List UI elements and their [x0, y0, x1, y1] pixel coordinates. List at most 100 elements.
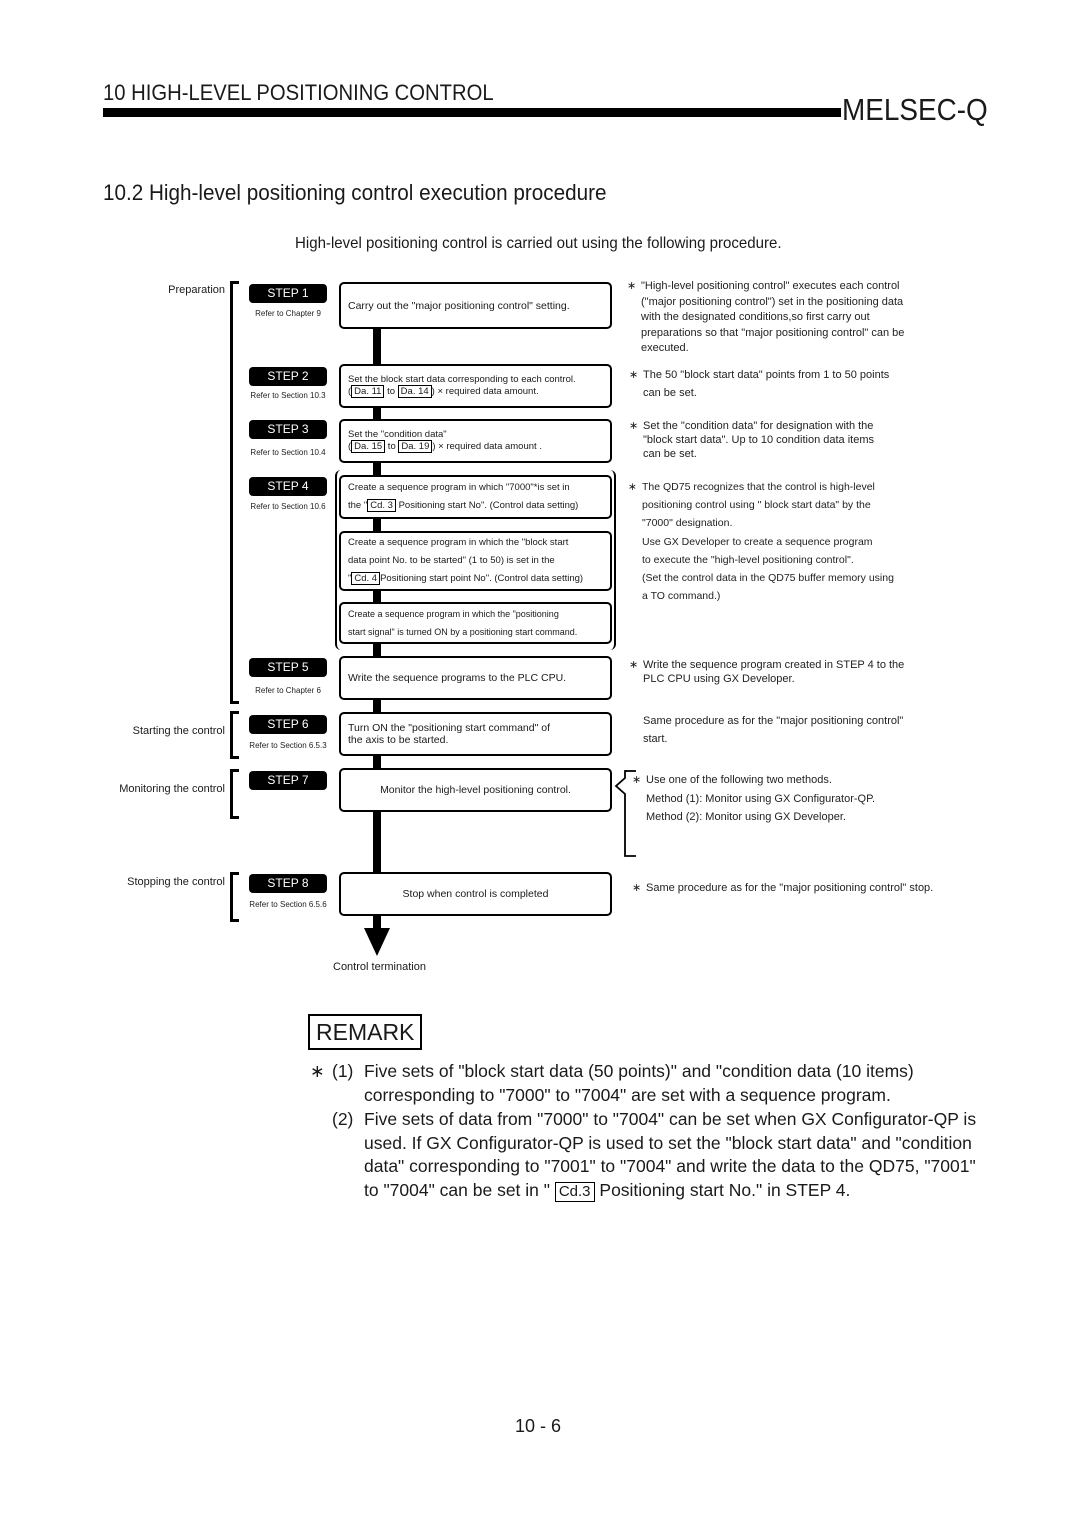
step-1-text: Carry out the "major positioning control…	[348, 299, 570, 312]
note-step3: ∗ Set the "condition data" for designati…	[629, 419, 963, 461]
step-5-badge: STEP 5	[249, 658, 327, 677]
note-step2: ∗ The 50 "block start data" points from …	[629, 366, 963, 402]
step-4-badge: STEP 4	[249, 477, 327, 496]
page-number: 10 - 6	[515, 1416, 562, 1436]
step-1-badge: STEP 1	[249, 284, 327, 303]
termination-label: Control termination	[333, 961, 426, 973]
note-line: with the designated conditions,so first …	[641, 311, 870, 323]
cd3-tag: Cd. 3	[367, 499, 396, 512]
step-6-line2: the axis to be started.	[348, 734, 449, 746]
remark-item-number: (2)	[332, 1109, 354, 1129]
remark-item: ∗ (1) Five sets of "block start data (50…	[310, 1060, 990, 1107]
step-4b-tail: Positioning start point No". (Control da…	[380, 573, 584, 584]
asterisk-icon: ∗	[629, 659, 639, 671]
cd3-tag: Cd.3	[554, 1181, 595, 1202]
step-2-badge: STEP 2	[249, 367, 327, 386]
phase-label-preparation: Preparation	[168, 284, 225, 296]
note-line: "block start data". Up to 10 condition d…	[643, 434, 874, 446]
note-line: Method (1): Monitor using GX Configurato…	[646, 792, 876, 805]
step-5-ref: Refer to Chapter 6	[255, 686, 321, 695]
chapter-rule	[103, 108, 841, 117]
step-1-ref: Refer to Chapter 9	[255, 309, 321, 318]
note-line: preparations so that "major positioning …	[641, 326, 905, 339]
note-line: ("major positioning control") set in the…	[641, 295, 904, 308]
asterisk-icon: ∗	[632, 882, 642, 894]
termination-arrow-icon	[364, 928, 390, 956]
asterisk-icon: ∗	[628, 481, 637, 493]
step-4b-line3: " Cd. 4 Positioning start point No". (Cont…	[348, 570, 603, 588]
step-6-badge: STEP 6	[249, 715, 327, 734]
step-4a-tail: Positioning start No". (Control data set…	[395, 500, 579, 511]
remark-item: (2) Five sets of data from "7000" to "70…	[310, 1108, 990, 1202]
note-line: (Set the control data in the QD75 buffer…	[642, 572, 894, 585]
step-2-tail: ) × required data amount.	[431, 386, 539, 397]
step-2-line2: (Da. 11 to Da. 14) × required data amoun…	[348, 385, 603, 398]
note-line: PLC CPU using GX Developer.	[643, 673, 795, 685]
remark-list: ∗ (1) Five sets of "block start data (50…	[310, 1060, 990, 1203]
step-2-ref: Refer to Section 10.3	[250, 391, 326, 400]
phase-bracket-starting	[230, 711, 239, 759]
da15-tag: Da. 15	[351, 440, 386, 453]
note-step8: ∗ Same procedure as for the "major posit…	[632, 881, 986, 897]
asterisk-icon: ∗	[627, 280, 637, 292]
quote: the "	[348, 500, 368, 511]
phase-label-stopping: Stopping the control	[127, 876, 225, 888]
da11-tag: Da. 11	[351, 385, 385, 398]
step-3-tail: ) × required data amount .	[432, 441, 542, 452]
step-8-box: Stop when control is completed	[339, 872, 612, 916]
chapter-title: 10 HIGH-LEVEL POSITIONING CONTROL	[103, 80, 494, 105]
step-4b-box: Create a sequence program in which the "…	[339, 531, 612, 591]
step-7-text: Monitor the high-level positioning contr…	[380, 784, 571, 796]
step-3-line2: (Da. 15 to Da. 19) × required data amoun…	[348, 440, 603, 453]
step-5-text: Write the sequence programs to the PLC C…	[348, 672, 567, 684]
note-line: Set the "condition data" for designation…	[643, 420, 874, 432]
note-line: Same procedure as for the "major positio…	[646, 882, 934, 894]
step-6-ref: Refer to Section 6.5.3	[249, 741, 327, 750]
note-line: to execute the "high-level positioning c…	[642, 553, 854, 566]
remark-item-text-tail: Positioning start No." in STEP 4.	[594, 1179, 851, 1200]
note-line: a TO command.)	[642, 590, 721, 603]
note-line: Write the sequence program created in ST…	[643, 659, 905, 671]
asterisk-icon: ∗	[629, 420, 639, 432]
to-text: to	[384, 386, 398, 397]
note-step4: ∗ The QD75 recognizes that the control i…	[628, 478, 962, 605]
step-8-text: Stop when control is completed	[402, 888, 549, 900]
note-line: Same procedure as for the "major positio…	[643, 715, 904, 727]
step-3-line1: Set the "condition data"	[348, 429, 447, 440]
step-8-badge: STEP 8	[249, 874, 327, 893]
note-line: Use one of the following two methods.	[646, 774, 832, 786]
to-text: to	[385, 441, 399, 452]
step-6-line1: Turn ON the "positioning start command" …	[348, 722, 550, 734]
step-4c-line2: start signal" is turned ON by a position…	[348, 627, 578, 637]
step-4a-line1: Create a sequence program in which "7000…	[348, 482, 570, 493]
da14-tag: Da. 14	[397, 385, 432, 398]
step-4b-line1: Create a sequence program in which the "…	[348, 537, 569, 548]
note-line: "7000" designation.	[642, 517, 733, 530]
step-3-ref: Refer to Section 10.4	[250, 448, 326, 457]
note-step6: Same procedure as for the "major positio…	[643, 712, 963, 748]
asterisk-icon: ∗	[310, 1061, 325, 1081]
asterisk-icon: ∗	[629, 369, 639, 381]
note-line: can be set.	[643, 387, 697, 399]
step-5-box: Write the sequence programs to the PLC C…	[339, 656, 612, 700]
step-3-box: Set the "condition data" (Da. 15 to Da. …	[339, 419, 612, 463]
note-line: The 50 "block start data" points from 1 …	[643, 369, 890, 381]
phase-bracket-preparation	[230, 281, 239, 704]
step-4c-box: Create a sequence program in which the "…	[339, 602, 612, 644]
remark-item-text: Five sets of "block start data (50 point…	[364, 1061, 914, 1105]
step-7-badge: STEP 7	[249, 771, 327, 790]
note-line: Use GX Developer to create a sequence pr…	[642, 535, 873, 548]
remark-label: REMARK	[308, 1014, 423, 1050]
note-line: "High-level positioning control" execute…	[641, 280, 900, 292]
step-4a-box: Create a sequence program in which "7000…	[339, 475, 612, 519]
brand-label: MELSEC-Q	[842, 92, 988, 127]
step-7-box: Monitor the high-level positioning contr…	[339, 768, 612, 812]
step-8-ref: Refer to Section 6.5.6	[249, 900, 327, 909]
step-4a-line2: the " Cd. 3 Positioning start No". (Contr…	[348, 497, 603, 515]
da19-tag: Da. 19	[398, 440, 433, 453]
cd4-tag: Cd. 4	[351, 572, 381, 585]
phase-label-starting: Starting the control	[132, 725, 225, 737]
step-2-line1: Set the block start data corresponding t…	[348, 374, 576, 385]
note-line: can be set.	[643, 448, 697, 460]
note-line: The QD75 recognizes that the control is …	[642, 481, 875, 493]
